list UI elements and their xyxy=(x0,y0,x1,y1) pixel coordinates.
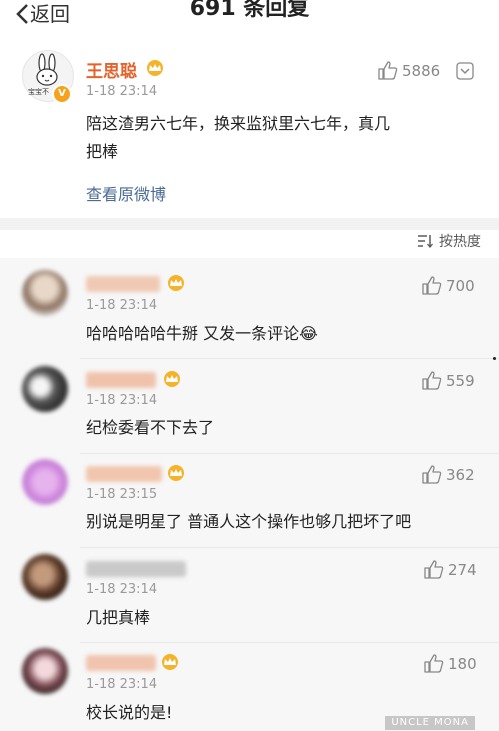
comment-like-count: 559 xyxy=(446,371,475,390)
more-icon[interactable] xyxy=(455,61,475,81)
comment-username-blurred[interactable] xyxy=(86,655,156,671)
comment-username-blurred[interactable] xyxy=(86,561,186,577)
crown-icon xyxy=(168,275,184,291)
comment-text: 校长说的是! xyxy=(86,703,173,722)
comment-text: 纪检委看不下去了 xyxy=(86,418,215,437)
avatar-caption: 宝宝不 xyxy=(28,88,49,96)
comment-text: 几把真棒 xyxy=(86,608,151,627)
sort-icon xyxy=(418,235,433,248)
comment-avatar[interactable] xyxy=(22,554,68,600)
crown-icon xyxy=(164,371,180,387)
comment-like-count: 700 xyxy=(446,276,475,295)
comment-text: 哈哈哈哈哈牛掰 又发一条评论😂 xyxy=(86,324,318,343)
post-time: 1-18 23:14 xyxy=(86,84,158,99)
comment-time: 1-18 23:14 xyxy=(86,582,158,597)
section-separator xyxy=(0,218,499,230)
comment-like-button[interactable]: 559 xyxy=(422,371,475,390)
thumbs-up-icon xyxy=(422,276,442,295)
header-bar: 返回 691 条回复 xyxy=(0,0,499,28)
edge-dot xyxy=(493,357,496,360)
comment-avatar[interactable] xyxy=(22,459,68,505)
post-username[interactable]: 王思聪 xyxy=(86,57,137,82)
sort-button[interactable]: 按热度 xyxy=(417,230,481,252)
comment-avatar[interactable] xyxy=(22,270,68,316)
comment-like-count: 274 xyxy=(448,560,477,579)
crown-icon xyxy=(147,60,163,76)
verified-badge-icon: V xyxy=(52,84,72,104)
comment-like-button[interactable]: 700 xyxy=(422,276,475,295)
thumbs-up-icon xyxy=(422,371,442,390)
post-text-line1: 陪这渣男六七年，换来监狱里六七年，真几 xyxy=(86,114,391,133)
divider xyxy=(80,642,499,643)
comment-username-blurred[interactable] xyxy=(86,372,156,388)
thumbs-up-icon xyxy=(378,61,398,80)
comment-username-blurred[interactable] xyxy=(86,466,162,482)
crown-icon xyxy=(162,654,178,670)
thumbs-up-icon xyxy=(424,560,444,579)
comment-time: 1-18 23:14 xyxy=(86,298,158,313)
divider xyxy=(80,358,499,359)
comment-like-button[interactable]: 180 xyxy=(424,654,477,673)
post-like-count: 5886 xyxy=(402,61,441,80)
comment-like-count: 180 xyxy=(448,654,477,673)
thumbs-up-icon xyxy=(422,465,442,484)
comment-like-button[interactable]: 362 xyxy=(422,465,475,484)
comment-like-count: 362 xyxy=(446,465,475,484)
comment-username-blurred[interactable] xyxy=(86,276,160,292)
sort-label: 按热度 xyxy=(439,234,481,250)
watermark: UNCLE MONA xyxy=(385,716,475,730)
comment-time: 1-18 23:15 xyxy=(86,487,158,502)
thumbs-up-icon xyxy=(424,654,444,673)
comment-time: 1-18 23:14 xyxy=(86,677,158,692)
comment-time: 1-18 23:14 xyxy=(86,393,158,408)
post-text-line2: 把棒 xyxy=(86,142,119,161)
crown-icon xyxy=(168,465,184,481)
view-original-link[interactable]: 查看原微博 xyxy=(86,181,166,205)
divider xyxy=(80,547,499,548)
comment-text: 别说是明星了 普通人这个操作也够几把坏了吧 xyxy=(86,512,412,531)
page-title: 691 条回复 xyxy=(189,0,310,21)
comment-avatar[interactable] xyxy=(22,648,68,694)
comment-avatar[interactable] xyxy=(22,366,68,412)
post-like-button[interactable]: 5886 xyxy=(378,61,440,80)
divider xyxy=(80,453,499,454)
comment-like-button[interactable]: 274 xyxy=(424,560,477,579)
